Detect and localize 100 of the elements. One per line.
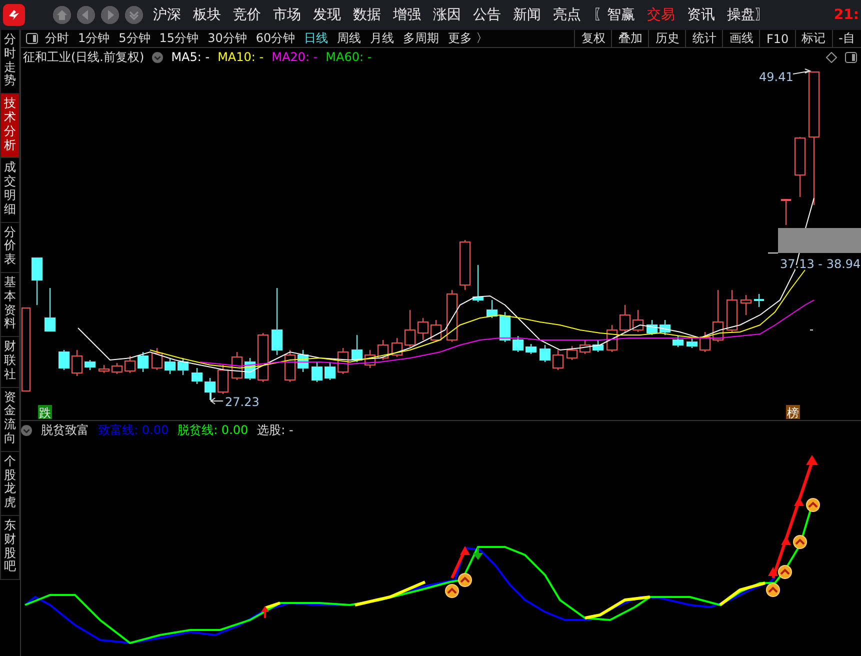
panel-toggle-icon[interactable] — [845, 52, 857, 62]
price-label: 27.23 — [225, 395, 260, 409]
candlestick — [124, 356, 136, 374]
period-tab[interactable]: 月线 — [370, 30, 394, 47]
candlestick — [794, 136, 806, 198]
sidebar-tab[interactable]: 资金流向 — [0, 388, 20, 452]
candlestick — [112, 362, 122, 374]
menu-item[interactable]: 发现 — [313, 6, 341, 24]
buy-signal-icon — [778, 565, 792, 579]
period-tab[interactable]: 多周期 — [403, 30, 440, 47]
candlestick — [418, 318, 428, 340]
menu-item[interactable]: 交易 — [647, 6, 675, 24]
menu-item[interactable]: 涨因 — [433, 6, 461, 24]
menu-item[interactable]: 增强 — [393, 6, 421, 24]
candlestick — [592, 340, 604, 352]
candlestick — [620, 304, 630, 332]
candlestick — [672, 336, 684, 348]
buy-signal-icon — [793, 535, 807, 549]
back-icon[interactable] — [77, 6, 95, 24]
period-tab[interactable]: 日线 — [304, 30, 328, 47]
menu-item[interactable]: 市场 — [273, 6, 301, 24]
ma-legend: MA20: - — [272, 50, 318, 64]
collapse-icon[interactable] — [21, 424, 32, 436]
period-tab[interactable]: 1分钟 — [78, 30, 110, 47]
buy-signal-icon — [766, 583, 780, 597]
sidebar-tab[interactable]: 个股龙虎 — [0, 452, 20, 516]
candlestick — [84, 360, 96, 370]
sidebar-tab[interactable]: 分价表 — [0, 222, 20, 273]
candlestick — [352, 334, 362, 362]
period-tab[interactable]: 60分钟 — [256, 30, 296, 47]
menu-item[interactable]: 亮点 — [553, 6, 581, 24]
tool-button[interactable]: 历史 — [648, 30, 686, 47]
candlestick — [660, 320, 670, 336]
stock-title: 征和工业(日线.前复权) — [23, 48, 144, 66]
sidebar-tab[interactable]: 技术分析 — [0, 94, 20, 158]
menu-item[interactable]: 资讯 — [687, 6, 715, 24]
sidebar-tab[interactable]: 财联社 — [0, 337, 20, 388]
down-icon[interactable] — [125, 6, 143, 24]
buy-signal-icon — [445, 584, 459, 598]
menu-item[interactable]: 板块 — [193, 6, 221, 24]
indicator-legend: 选股: - — [257, 422, 294, 438]
period-tab[interactable]: 分时 — [45, 30, 69, 47]
sidebar-tab[interactable]: 基本资料 — [0, 272, 20, 338]
candlestick — [72, 350, 82, 376]
period-tab[interactable]: 15分钟 — [159, 30, 199, 47]
tool-button[interactable]: 叠加 — [611, 30, 648, 47]
candlestick — [686, 338, 698, 348]
menu-item[interactable]: 公告 — [473, 6, 501, 24]
period-tab[interactable]: 30分钟 — [208, 30, 247, 47]
candlestick — [446, 290, 458, 342]
tool-button[interactable]: -自 — [832, 30, 861, 47]
rise-arrow — [450, 546, 470, 579]
tool-button[interactable]: 标记 — [794, 30, 832, 47]
ma-legend: MA10: - — [218, 50, 264, 64]
tool-button[interactable]: F10 — [759, 30, 795, 47]
candlestick — [700, 332, 710, 352]
menu-item[interactable]: 〖智赢 — [593, 6, 635, 24]
menu-item[interactable]: 数据 — [353, 6, 381, 24]
candlestick — [580, 340, 590, 354]
collapse-icon[interactable] — [152, 52, 164, 62]
candlestick — [712, 290, 724, 342]
candlestick — [472, 264, 484, 302]
tool-button[interactable]: 画线 — [722, 30, 760, 47]
candlestick — [32, 258, 42, 306]
forward-icon[interactable] — [101, 6, 119, 24]
period-tab[interactable]: 周线 — [337, 30, 362, 47]
candlestick — [312, 362, 322, 382]
diamond-icon[interactable] — [826, 52, 837, 62]
highlight-segment — [584, 596, 650, 620]
candlestick — [566, 346, 578, 360]
sidebar-tab[interactable]: 东财股吧 — [0, 516, 20, 580]
candlestick — [324, 362, 336, 380]
indicator-legend: 脱贫线: 0.00 — [178, 422, 248, 438]
home-icon[interactable] — [53, 6, 71, 24]
clock: 21: — [834, 7, 860, 23]
candlestick — [178, 358, 188, 376]
candlestick — [98, 364, 110, 374]
tool-button[interactable]: 复权 — [574, 30, 612, 47]
sidebar-tab[interactable]: 成交明细 — [0, 158, 20, 223]
tool-button[interactable]: 统计 — [685, 30, 722, 47]
indicator-legend: 致富线: 0.00 — [98, 422, 169, 438]
period-tab[interactable]: 更多 〉 — [448, 30, 488, 47]
candlestick — [298, 350, 308, 372]
buy-signal-icon — [458, 573, 472, 587]
ma-legend: MA5: - — [171, 50, 210, 64]
menu-item[interactable]: 操盘〗 — [727, 6, 769, 24]
menu-item[interactable]: 沪深 — [153, 6, 181, 24]
candlestick — [272, 288, 282, 356]
candlestick — [512, 336, 524, 352]
highlight-segment — [354, 580, 426, 606]
period-tab[interactable]: 5分钟 — [118, 30, 150, 47]
candlestick — [632, 310, 644, 332]
rise-arrow — [261, 606, 269, 618]
menu-item[interactable]: 新闻 — [513, 6, 541, 24]
menu-item[interactable]: 竞价 — [233, 6, 261, 24]
candlestick — [404, 310, 416, 348]
panel-toggle-icon[interactable] — [26, 33, 38, 44]
candlestick — [500, 312, 510, 342]
candlestick — [646, 320, 658, 336]
candlestick — [44, 288, 56, 332]
